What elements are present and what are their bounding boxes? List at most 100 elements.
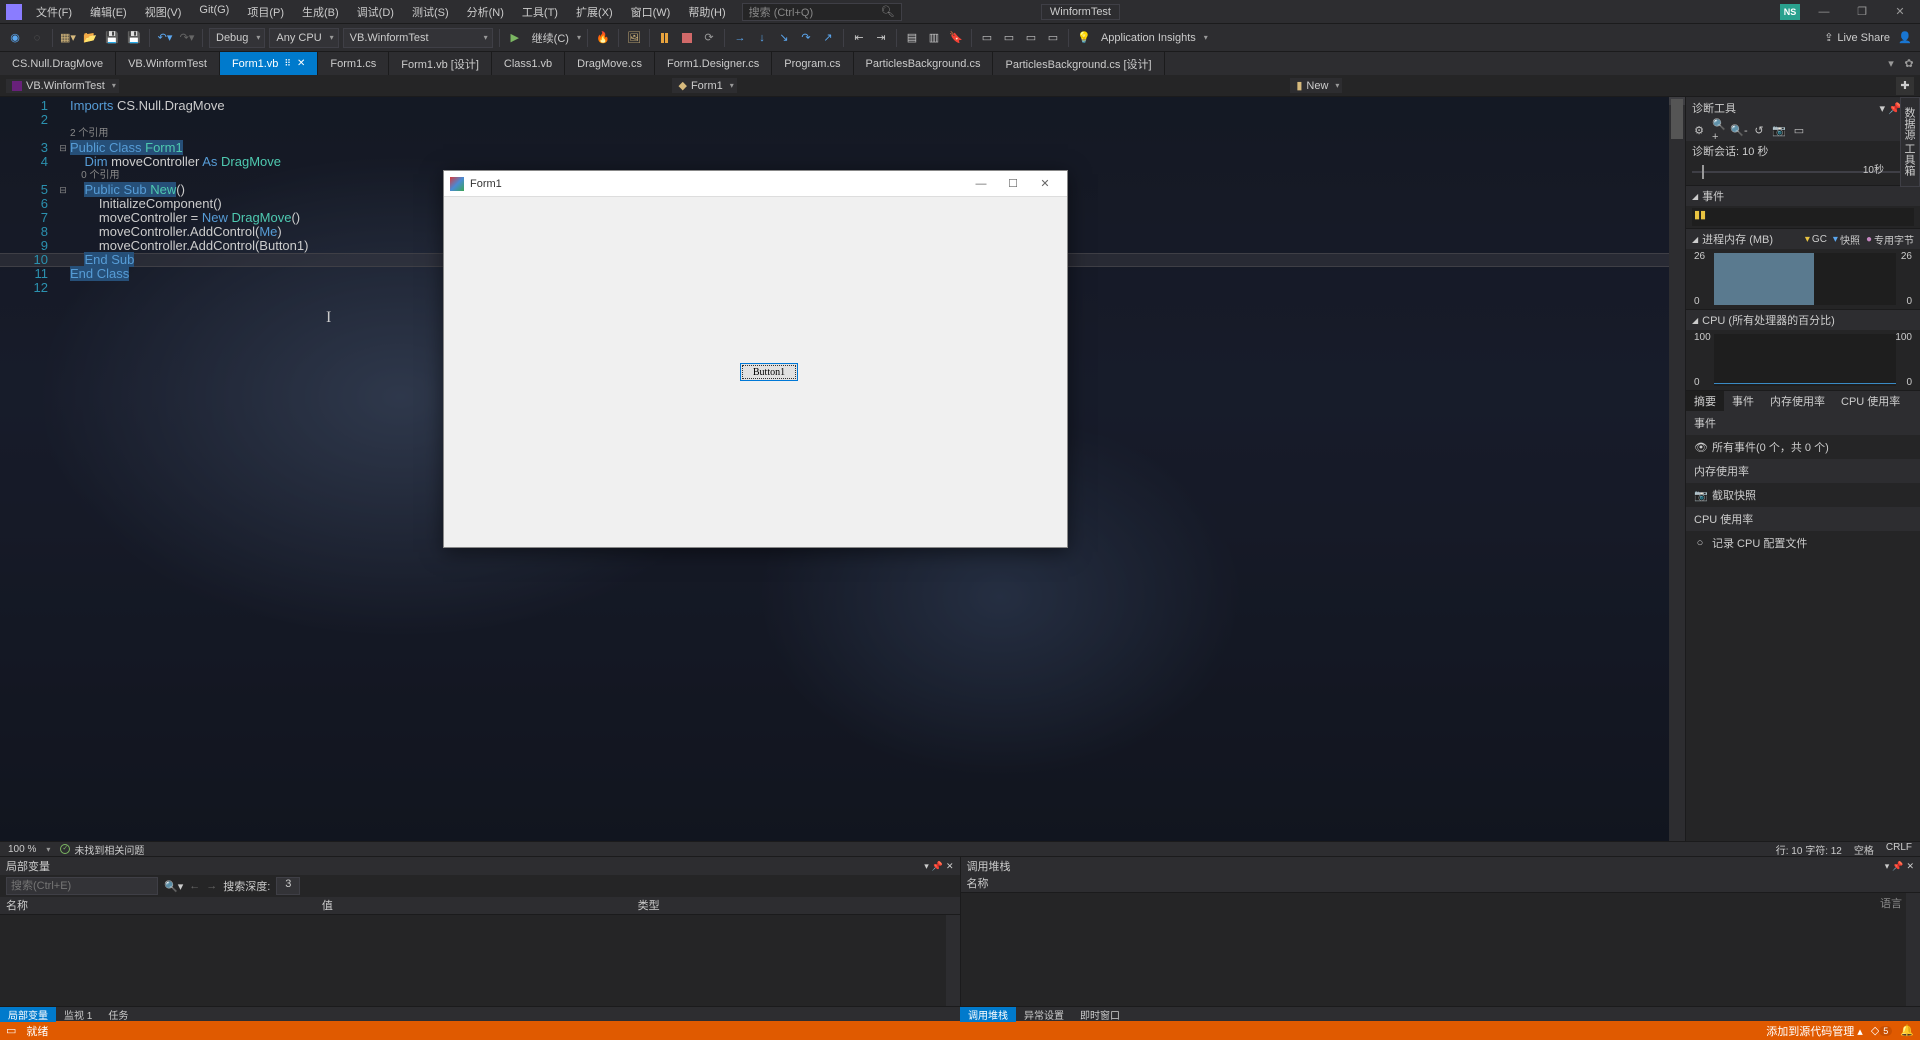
close-icon[interactable]: ✕ bbox=[1886, 2, 1914, 22]
minimize-icon[interactable]: — bbox=[1810, 2, 1838, 22]
no-issues-indicator[interactable]: 未找到相关问题 bbox=[60, 842, 144, 857]
step-into-sub-icon[interactable]: → bbox=[731, 29, 749, 47]
locals-search-input[interactable] bbox=[6, 877, 158, 895]
locals-body[interactable] bbox=[0, 915, 960, 1006]
menu-view[interactable]: 视图(V) bbox=[137, 2, 190, 22]
editor-scrollbar[interactable] bbox=[1669, 97, 1685, 841]
show-next-icon[interactable]: ↓ bbox=[753, 29, 771, 47]
tab-particles-design[interactable]: ParticlesBackground.cs [设计] bbox=[993, 52, 1164, 75]
nav-right-icon[interactable]: → bbox=[206, 880, 217, 892]
form-minimize-icon[interactable]: — bbox=[965, 173, 997, 195]
hot-reload-icon[interactable]: 🔥 bbox=[594, 29, 612, 47]
menu-help[interactable]: 帮助(H) bbox=[680, 2, 733, 22]
project-name-badge[interactable]: WinformTest bbox=[1041, 4, 1120, 20]
status-debug-icon[interactable]: ▭ bbox=[6, 1024, 16, 1037]
form-client-area[interactable]: Button1 bbox=[444, 197, 1067, 547]
tabs-overflow-icon[interactable]: ▾ bbox=[1884, 57, 1898, 71]
menu-test[interactable]: 测试(S) bbox=[404, 2, 457, 22]
diag-item-record[interactable]: ○记录 CPU 配置文件 bbox=[1686, 531, 1920, 555]
save-icon[interactable]: 💾 bbox=[103, 29, 121, 47]
indent-more-icon[interactable]: ⇥ bbox=[872, 29, 890, 47]
menu-project[interactable]: 项目(P) bbox=[239, 2, 292, 22]
new-project-icon[interactable]: ▦▾ bbox=[59, 29, 77, 47]
diag-reset-icon[interactable]: ↺ bbox=[1752, 123, 1766, 137]
nav-left-icon[interactable]: ← bbox=[189, 880, 200, 892]
nav-scope-dropdown[interactable]: VB.WinformTest bbox=[6, 79, 119, 93]
cpu-chart[interactable]: 100 0 100 0 bbox=[1692, 332, 1914, 388]
btab-watch[interactable]: 监视 1 bbox=[56, 1007, 100, 1022]
t2-icon[interactable]: ▭ bbox=[1000, 29, 1018, 47]
panel-close-icon[interactable]: ✕ bbox=[1906, 861, 1914, 872]
comment-icon[interactable]: ▤ bbox=[903, 29, 921, 47]
nav-split-icon[interactable]: ✚ bbox=[1896, 77, 1914, 95]
callstack-scrollbar[interactable] bbox=[1906, 893, 1920, 1006]
btab-exceptions[interactable]: 异常设置 bbox=[1016, 1007, 1072, 1022]
col-name[interactable]: 名称 bbox=[6, 897, 322, 914]
step-into-icon[interactable]: ↘ bbox=[775, 29, 793, 47]
diag-tab-memory[interactable]: 内存使用率 bbox=[1762, 391, 1833, 411]
account-badge[interactable]: NS bbox=[1780, 4, 1800, 20]
save-all-icon[interactable]: 💾 bbox=[125, 29, 143, 47]
tab-close-icon[interactable]: ✕ bbox=[297, 58, 305, 69]
running-form-window[interactable]: Form1 — ☐ ✕ Button1 bbox=[443, 170, 1068, 548]
live-share-button[interactable]: ⇪ Live Share bbox=[1824, 31, 1890, 44]
pin-icon[interactable]: ⠿ bbox=[284, 58, 291, 69]
tab-program[interactable]: Program.cs bbox=[772, 52, 853, 75]
notifications-icon[interactable]: 🔔 bbox=[1900, 1024, 1914, 1037]
insights-icon[interactable]: 💡 bbox=[1075, 29, 1093, 47]
diag-dropdown-icon[interactable]: ▾ bbox=[1880, 102, 1886, 115]
menu-file[interactable]: 文件(F) bbox=[28, 2, 80, 22]
diag-events-header[interactable]: ◢事件 bbox=[1686, 186, 1920, 206]
panel-pin-icon[interactable]: 📌 bbox=[1892, 861, 1903, 872]
col-type[interactable]: 类型 bbox=[638, 897, 954, 914]
col-value[interactable]: 值 bbox=[322, 897, 638, 914]
btab-tasks[interactable]: 任务 bbox=[100, 1007, 136, 1022]
btab-callstack[interactable]: 调用堆栈 bbox=[960, 1007, 1016, 1022]
step-over-icon[interactable]: ↷ bbox=[797, 29, 815, 47]
bookmark-icon[interactable]: 🔖 bbox=[947, 29, 965, 47]
diagnostics-timeline[interactable]: 10秒 bbox=[1692, 161, 1914, 185]
diag-item-snapshot[interactable]: 📷截取快照 bbox=[1686, 483, 1920, 507]
diag-zoom-in-icon[interactable]: 🔍+ bbox=[1712, 123, 1726, 137]
feedback-icon[interactable]: 👤 bbox=[1896, 29, 1914, 47]
form-close-icon[interactable]: ✕ bbox=[1029, 173, 1061, 195]
t1-icon[interactable]: ▭ bbox=[978, 29, 996, 47]
menu-tools[interactable]: 工具(T) bbox=[514, 2, 566, 22]
btab-locals[interactable]: 局部变量 bbox=[0, 1007, 56, 1022]
restart-icon[interactable]: ⟳ bbox=[700, 29, 718, 47]
diag-settings-icon[interactable]: ⚙ bbox=[1692, 123, 1706, 137]
panel-drop-icon[interactable]: ▾ bbox=[1885, 861, 1890, 872]
nav-back-icon[interactable]: ◉ bbox=[6, 29, 24, 47]
nav-fwd-icon[interactable]: ◌ bbox=[28, 29, 46, 47]
continue-label[interactable]: 继续(C) bbox=[528, 30, 573, 46]
browser-icon[interactable]: 🖼 bbox=[625, 29, 643, 47]
toolbox-side-tab[interactable]: 数据源 工具箱 bbox=[1900, 97, 1920, 187]
diag-tab-events[interactable]: 事件 bbox=[1724, 391, 1762, 411]
repo-icon[interactable]: ◇5 bbox=[1871, 1024, 1892, 1037]
t4-icon[interactable]: ▭ bbox=[1044, 29, 1062, 47]
form-maximize-icon[interactable]: ☐ bbox=[997, 173, 1029, 195]
tab-dragmove[interactable]: DragMove.cs bbox=[565, 52, 655, 75]
search-depth-input[interactable]: 3 bbox=[276, 877, 300, 895]
scrollbar-thumb[interactable] bbox=[1671, 99, 1683, 139]
diag-tab-cpu[interactable]: CPU 使用率 bbox=[1833, 391, 1908, 411]
stop-icon[interactable] bbox=[678, 29, 696, 47]
undo-icon[interactable]: ↶▾ bbox=[156, 29, 174, 47]
pause-icon[interactable] bbox=[656, 29, 674, 47]
tab-form1vb[interactable]: Form1.vb ⠿ ✕ bbox=[220, 52, 318, 75]
diag-zoom-out-icon[interactable]: 🔍- bbox=[1732, 123, 1746, 137]
tab-particles[interactable]: ParticlesBackground.cs bbox=[854, 52, 994, 75]
add-to-source-control[interactable]: 添加到源代码管理 ▴ bbox=[1766, 1023, 1863, 1039]
search-go-icon[interactable]: 🔍▾ bbox=[164, 880, 183, 893]
step-out-icon[interactable]: ↗ bbox=[819, 29, 837, 47]
diag-memory-header[interactable]: ◢进程内存 (MB) ▾GC ▾快照 ●专用字节 bbox=[1686, 229, 1920, 249]
config-dropdown[interactable]: Debug bbox=[209, 28, 265, 48]
zoom-level[interactable]: 100 % bbox=[8, 844, 36, 855]
button1[interactable]: Button1 bbox=[740, 363, 798, 381]
locals-scrollbar[interactable] bbox=[946, 915, 960, 1006]
diag-item-allevents[interactable]: 👁所有事件(0 个，共 0 个) bbox=[1686, 435, 1920, 459]
form-title-bar[interactable]: Form1 — ☐ ✕ bbox=[444, 171, 1067, 197]
whitespace-mode[interactable]: 空格 bbox=[1854, 842, 1874, 857]
menu-debug[interactable]: 调试(D) bbox=[349, 2, 402, 22]
menu-git[interactable]: Git(G) bbox=[191, 2, 237, 22]
